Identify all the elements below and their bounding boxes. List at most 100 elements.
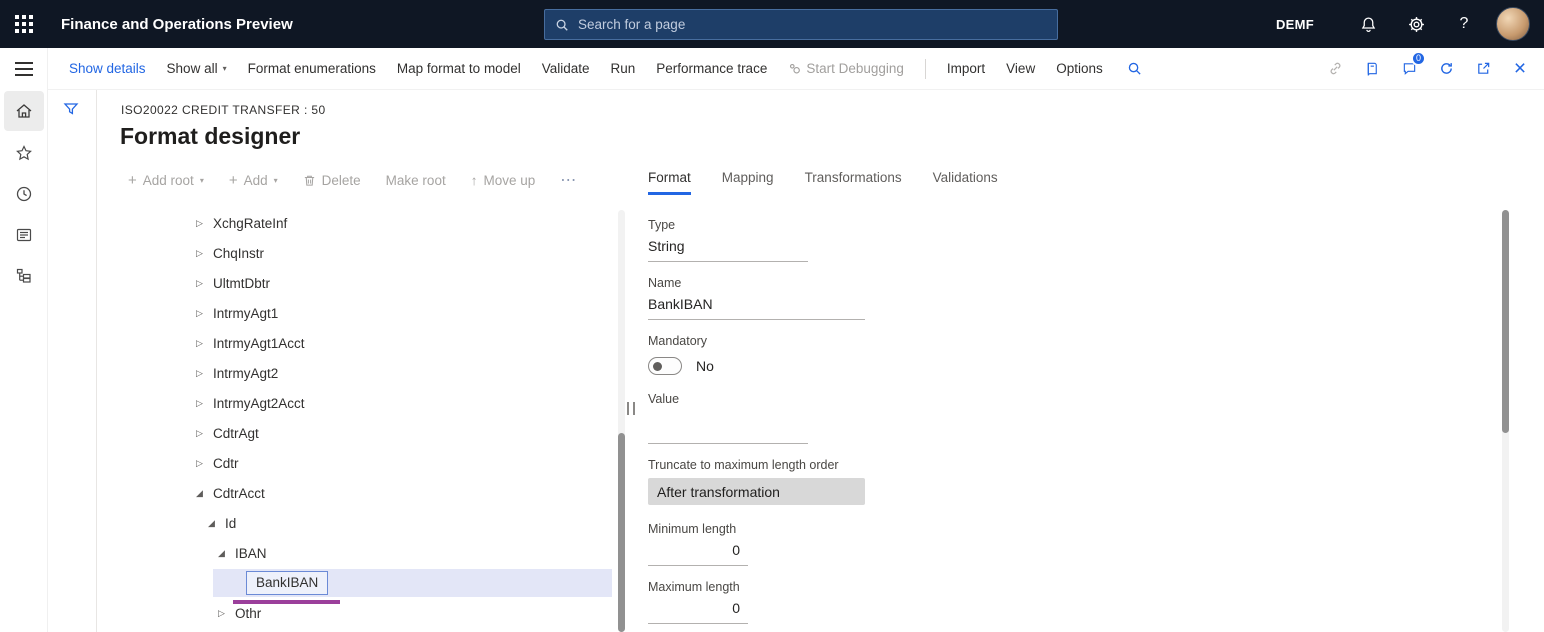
add-root-button[interactable]: + Add root ▾ <box>128 172 204 189</box>
tree-item[interactable]: ▷ IntrmyAgt2Acct <box>48 388 612 418</box>
toolbar-separator <box>925 59 926 79</box>
user-avatar[interactable] <box>1496 7 1530 41</box>
attach-button[interactable] <box>1321 55 1349 83</box>
global-search-input[interactable] <box>578 17 1047 32</box>
name-field: Name BankIBAN <box>648 276 948 320</box>
maximum-length-label: Maximum length <box>648 580 948 594</box>
map-format-to-model-button[interactable]: Map format to model <box>397 61 521 76</box>
debug-icon <box>788 62 801 75</box>
run-button[interactable]: Run <box>611 61 636 76</box>
value-input[interactable] <box>648 420 808 444</box>
tree-item-label: Cdtr <box>213 456 239 471</box>
help-button[interactable]: ? <box>1440 0 1488 48</box>
import-button[interactable]: Import <box>947 61 985 76</box>
format-enumerations-button[interactable]: Format enumerations <box>248 61 376 76</box>
panel-splitter-handle[interactable] <box>627 402 635 415</box>
nav-home-button[interactable] <box>4 91 44 131</box>
more-actions-button[interactable]: ⋯ <box>560 170 578 190</box>
performance-trace-button[interactable]: Performance trace <box>656 61 767 76</box>
nav-menu-button[interactable] <box>0 48 48 90</box>
book-icon <box>1365 61 1380 76</box>
tree-item-selected[interactable]: BankIBAN <box>48 568 612 598</box>
add-button[interactable]: + Add ▾ <box>229 172 278 189</box>
tree-scrollbar-thumb[interactable] <box>618 433 625 632</box>
bell-icon <box>1360 16 1377 33</box>
open-in-new-window-button[interactable] <box>1469 55 1497 83</box>
app-launcher-button[interactable] <box>0 0 48 48</box>
chevron-expanded-icon[interactable]: ◢ <box>208 518 225 529</box>
chevron-collapsed-icon[interactable]: ▷ <box>196 398 213 409</box>
chevron-collapsed-icon[interactable]: ▷ <box>196 218 213 229</box>
chevron-expanded-icon[interactable]: ◢ <box>218 548 235 559</box>
tree-item[interactable]: ▷ CdtrAgt <box>48 418 612 448</box>
make-root-label: Make root <box>386 173 446 188</box>
chevron-collapsed-icon[interactable]: ▷ <box>218 608 235 619</box>
show-all-dropdown[interactable]: Show all ▾ <box>167 61 227 76</box>
nav-news-button[interactable] <box>0 214 48 255</box>
view-button[interactable]: View <box>1006 61 1035 76</box>
tree-item[interactable]: ▷ IntrmyAgt1Acct <box>48 328 612 358</box>
chevron-collapsed-icon[interactable]: ▷ <box>196 278 213 289</box>
settings-button[interactable] <box>1392 0 1440 48</box>
mandatory-value: No <box>696 358 714 374</box>
tree-item[interactable]: ◢ CdtrAcct <box>48 478 612 508</box>
filter-pane-button[interactable] <box>63 101 79 117</box>
tree-item[interactable]: ▷ Cdtr <box>48 448 612 478</box>
tree-item-label: ChqInstr <box>213 246 264 261</box>
global-search[interactable] <box>544 9 1058 40</box>
detail-scrollbar-thumb[interactable] <box>1502 210 1509 433</box>
refresh-button[interactable] <box>1432 55 1460 83</box>
nav-modules-button[interactable] <box>0 255 48 296</box>
refresh-icon <box>1439 61 1454 76</box>
show-details-link[interactable]: Show details <box>69 61 146 76</box>
mandatory-field: Mandatory No <box>648 334 948 378</box>
tree-item[interactable]: ▷ XchgRateInf <box>48 208 612 238</box>
move-up-button[interactable]: ↑ Move up <box>471 173 536 188</box>
notifications-button[interactable] <box>1344 0 1392 48</box>
tab-format[interactable]: Format <box>648 170 691 195</box>
command-search-button[interactable] <box>1127 61 1142 76</box>
chevron-expanded-icon[interactable]: ◢ <box>196 488 213 499</box>
tab-validations[interactable]: Validations <box>933 170 998 195</box>
value-label: Value <box>648 392 948 406</box>
chevron-collapsed-icon[interactable]: ▷ <box>196 458 213 469</box>
tab-mapping[interactable]: Mapping <box>722 170 774 195</box>
maximum-length-input[interactable]: 0 <box>648 600 748 624</box>
chevron-collapsed-icon[interactable]: ▷ <box>196 368 213 379</box>
top-header: Finance and Operations Preview DEMF ? <box>0 0 1544 48</box>
mandatory-toggle[interactable] <box>648 357 682 375</box>
chevron-collapsed-icon[interactable]: ▷ <box>196 248 213 259</box>
tree-item-label: UltmtDbtr <box>213 276 270 291</box>
tree-item-label: IntrmyAgt2Acct <box>213 396 305 411</box>
type-value[interactable]: String <box>648 238 808 262</box>
nav-favorites-button[interactable] <box>0 132 48 173</box>
delete-button[interactable]: Delete <box>303 173 361 188</box>
messages-button[interactable]: 0 <box>1395 55 1423 83</box>
tree-item[interactable]: ▷ IntrmyAgt2 <box>48 358 612 388</box>
tree-item[interactable]: ◢ Id <box>48 508 612 538</box>
tree-item[interactable]: ▷ ChqInstr <box>48 238 612 268</box>
tree-item-name-editor[interactable]: BankIBAN <box>246 571 328 595</box>
format-detail-form: Type String Name BankIBAN Mandatory No V… <box>648 218 948 632</box>
chevron-collapsed-icon[interactable]: ▷ <box>196 428 213 439</box>
tree-item[interactable]: ◢ IBAN <box>48 538 612 568</box>
validate-button[interactable]: Validate <box>542 61 590 76</box>
tree-item-label: IBAN <box>235 546 267 561</box>
options-button[interactable]: Options <box>1056 61 1103 76</box>
close-button[interactable]: × <box>1506 55 1534 83</box>
chevron-collapsed-icon[interactable]: ▷ <box>196 308 213 319</box>
name-input[interactable]: BankIBAN <box>648 296 865 320</box>
task-guide-button[interactable] <box>1358 55 1386 83</box>
company-picker[interactable]: DEMF <box>1246 17 1344 32</box>
make-root-button[interactable]: Make root <box>386 173 446 188</box>
add-label: Add <box>244 173 268 188</box>
tree-item[interactable]: ▷ IntrmyAgt1 <box>48 298 612 328</box>
tab-transformations[interactable]: Transformations <box>805 170 902 195</box>
nav-recent-button[interactable] <box>0 173 48 214</box>
command-bar: Show details Show all ▾ Format enumerati… <box>48 48 1544 90</box>
open-in-new-icon <box>1476 61 1491 76</box>
tree-item[interactable]: ▷ UltmtDbtr <box>48 268 612 298</box>
truncate-combobox[interactable]: After transformation <box>648 478 865 505</box>
minimum-length-input[interactable]: 0 <box>648 542 748 566</box>
chevron-collapsed-icon[interactable]: ▷ <box>196 338 213 349</box>
